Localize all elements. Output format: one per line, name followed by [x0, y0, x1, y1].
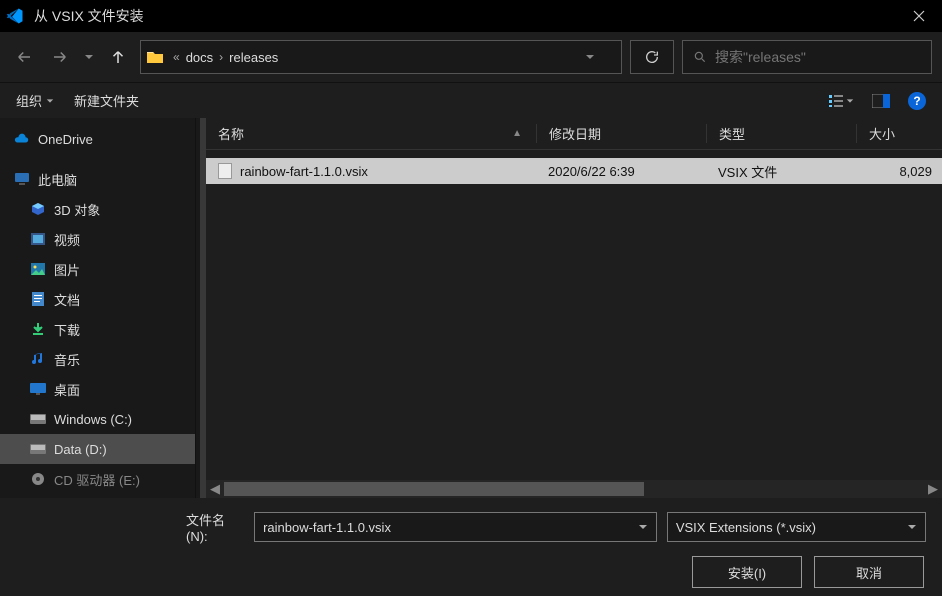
tree-item[interactable]: 图片	[0, 254, 195, 284]
chevron-down-icon	[907, 522, 917, 532]
documents-icon	[30, 291, 46, 307]
tree-item-selected[interactable]: Data (D:)	[0, 434, 195, 464]
file-date: 2020/6/22 6:39	[536, 164, 706, 179]
tree-item[interactable]: 桌面	[0, 374, 195, 404]
footer: 文件名(N): rainbow-fart-1.1.0.vsix VSIX Ext…	[0, 498, 942, 588]
scroll-thumb[interactable]	[224, 482, 644, 496]
scroll-left-icon[interactable]: ◀	[206, 481, 224, 497]
file-list: 名称 ▲ 修改日期 类型 大小 rainbow-fart-1.1.0.vsix …	[206, 118, 942, 498]
chevron-down-icon	[638, 522, 648, 532]
vscode-icon	[6, 7, 24, 25]
cancel-button[interactable]: 取消	[814, 556, 924, 588]
breadcrumb-seg-2[interactable]: releases	[229, 50, 278, 65]
disc-icon	[30, 471, 46, 487]
drive-icon	[30, 411, 46, 427]
chevron-left-icon: «	[173, 50, 180, 64]
sort-indicator-icon: ▲	[512, 128, 522, 139]
up-button[interactable]	[104, 43, 132, 71]
refresh-button[interactable]	[630, 40, 674, 74]
filename-combo[interactable]: rainbow-fart-1.1.0.vsix	[254, 512, 657, 542]
filename-label: 文件名(N):	[186, 510, 244, 544]
folder-icon	[147, 50, 163, 64]
search-box[interactable]	[682, 40, 932, 74]
content-area: 名称 ▲ 修改日期 类型 大小 rainbow-fart-1.1.0.vsix …	[196, 118, 942, 498]
col-size[interactable]: 大小	[856, 124, 942, 143]
column-headers: 名称 ▲ 修改日期 类型 大小	[206, 118, 942, 150]
tree-item[interactable]: 视频	[0, 224, 195, 254]
recent-dropdown-icon[interactable]	[82, 43, 96, 71]
download-icon	[30, 321, 46, 337]
nav-toolbar: « docs › releases	[0, 32, 942, 82]
organize-bar: 组织 新建文件夹 ?	[0, 82, 942, 118]
window-title: 从 VSIX 文件安装	[34, 6, 144, 26]
search-icon	[693, 50, 707, 64]
nav-tree: OneDrive 此电脑 3D 对象 视频 图片 文档 下载	[0, 118, 196, 498]
back-button[interactable]	[10, 43, 38, 71]
view-options-button[interactable]	[828, 93, 854, 109]
breadcrumb-dropdown-icon[interactable]	[585, 52, 615, 62]
tree-item[interactable]: 3D 对象	[0, 194, 195, 224]
col-type[interactable]: 类型	[706, 124, 856, 143]
pc-icon	[14, 171, 30, 187]
forward-button[interactable]	[46, 43, 74, 71]
desktop-icon	[30, 381, 46, 397]
chevron-right-icon: ›	[219, 50, 223, 64]
file-icon	[218, 163, 232, 179]
filename-value: rainbow-fart-1.1.0.vsix	[263, 520, 391, 535]
drive-icon	[30, 441, 46, 457]
filter-value: VSIX Extensions (*.vsix)	[676, 520, 816, 535]
video-icon	[30, 231, 46, 247]
scroll-track[interactable]	[224, 480, 924, 498]
tree-item[interactable]: CD 驱动器 (E:)	[0, 464, 195, 494]
tree-item[interactable]: 下载	[0, 314, 195, 344]
pictures-icon	[30, 261, 46, 277]
breadcrumb-seg-1[interactable]: docs	[186, 50, 213, 65]
tree-item[interactable]: 文档	[0, 284, 195, 314]
tree-thispc[interactable]: 此电脑	[0, 164, 195, 194]
tree-splitter[interactable]	[196, 118, 206, 498]
tree-onedrive[interactable]: OneDrive	[0, 124, 195, 154]
tree-item[interactable]: 音乐	[0, 344, 195, 374]
horizontal-scrollbar[interactable]: ◀ ▶	[206, 480, 942, 498]
music-icon	[30, 351, 46, 367]
file-type: VSIX 文件	[706, 162, 856, 181]
organize-menu[interactable]: 组织	[16, 91, 54, 110]
onedrive-icon	[14, 131, 30, 147]
scroll-right-icon[interactable]: ▶	[924, 481, 942, 497]
help-button[interactable]: ?	[908, 92, 926, 110]
file-name: rainbow-fart-1.1.0.vsix	[240, 164, 368, 179]
col-name[interactable]: 名称 ▲	[206, 124, 536, 143]
file-size: 8,029	[856, 164, 942, 179]
titlebar: 从 VSIX 文件安装	[0, 0, 942, 32]
new-folder-button[interactable]: 新建文件夹	[74, 91, 139, 110]
file-row-selected[interactable]: rainbow-fart-1.1.0.vsix 2020/6/22 6:39 V…	[206, 158, 942, 184]
search-input[interactable]	[715, 49, 921, 65]
filetype-filter[interactable]: VSIX Extensions (*.vsix)	[667, 512, 926, 542]
col-date[interactable]: 修改日期	[536, 124, 706, 143]
breadcrumb-bar[interactable]: « docs › releases	[140, 40, 622, 74]
preview-pane-button[interactable]	[872, 94, 890, 108]
tree-item[interactable]: Windows (C:)	[0, 404, 195, 434]
main-area: OneDrive 此电脑 3D 对象 视频 图片 文档 下载	[0, 118, 942, 498]
cube-icon	[30, 201, 46, 217]
open-button[interactable]: 安装(I)	[692, 556, 802, 588]
close-button[interactable]	[896, 0, 942, 32]
